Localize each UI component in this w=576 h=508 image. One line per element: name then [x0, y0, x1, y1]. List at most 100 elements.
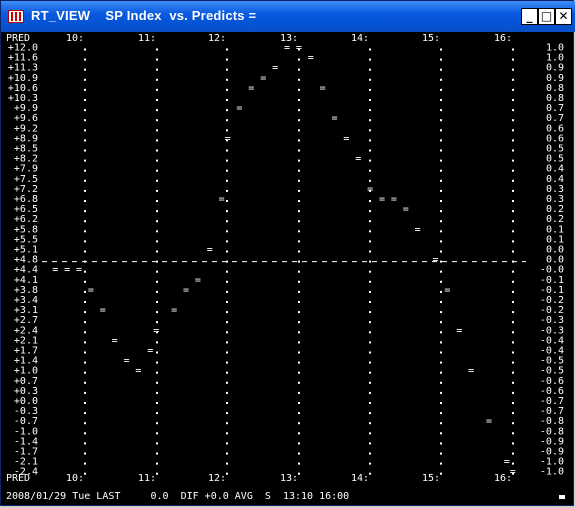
grid-dot	[512, 301, 514, 303]
grid-dot	[226, 220, 228, 223]
grid-dot	[298, 452, 300, 455]
grid-dot	[512, 402, 514, 404]
grid-dot	[84, 200, 86, 202]
grid-dot	[226, 200, 228, 202]
grid-dot	[440, 109, 442, 112]
grid-dot	[156, 412, 158, 415]
title-bar[interactable]: RT_VIEW SP Index vs. Predicts = _ □ ✕	[1, 1, 575, 32]
grid-dot	[512, 452, 514, 455]
grid-dot	[440, 240, 442, 243]
grid-dot	[226, 99, 228, 101]
grid-dot	[512, 68, 514, 71]
grid-dot	[226, 422, 228, 425]
grid-dot	[512, 381, 514, 384]
status-bar-text: 2008/01/29 Tue LAST 0.0 DIF +0.0 AVG S 1…	[6, 491, 349, 502]
grid-dot	[84, 321, 86, 324]
grid-dot	[156, 119, 158, 122]
grid-dot	[369, 159, 371, 162]
grid-dot	[440, 169, 442, 172]
close-button[interactable]: ✕	[555, 8, 572, 25]
prediction-point: =	[171, 305, 177, 316]
grid-dot	[298, 432, 300, 435]
prediction-point: =	[379, 194, 385, 205]
prediction-point: =	[195, 275, 201, 286]
prediction-point: =	[456, 325, 462, 336]
grid-dot	[369, 88, 371, 91]
grid-dot	[440, 422, 442, 425]
grid-dot	[512, 230, 514, 233]
prediction-point: =	[183, 285, 189, 296]
prediction-point: =	[415, 224, 421, 235]
grid-dot	[369, 68, 371, 71]
grid-dot	[298, 109, 300, 112]
grid-dot	[156, 99, 158, 101]
grid-dot	[156, 179, 158, 182]
grid-dot	[369, 250, 371, 253]
grid-dot	[440, 351, 442, 354]
grid-dot	[512, 139, 514, 142]
grid-dot	[512, 99, 514, 101]
grid-dot	[512, 462, 514, 465]
grid-dot	[226, 78, 228, 81]
grid-dot	[226, 250, 228, 253]
grid-dot	[298, 270, 300, 273]
grid-dot	[156, 351, 158, 354]
minimize-button[interactable]: _	[521, 8, 538, 25]
prediction-point: =	[468, 366, 474, 377]
grid-dot	[440, 371, 442, 374]
grid-dot	[226, 149, 228, 152]
grid-dot	[298, 179, 300, 182]
grid-dot	[369, 200, 371, 202]
grid-dot	[84, 179, 86, 182]
grid-dot	[440, 311, 442, 314]
grid-dot	[512, 169, 514, 172]
grid-dot	[84, 129, 86, 132]
grid-dot	[84, 341, 86, 344]
grid-dot	[156, 361, 158, 364]
grid-dot	[440, 341, 442, 344]
grid-dot	[440, 260, 442, 263]
grid-dot	[156, 139, 158, 142]
prediction-point: =	[147, 346, 153, 357]
grid-dot	[369, 169, 371, 172]
grid-dot	[440, 189, 442, 192]
chart-area: PRED PRED 10: 11: 12: 13: 14: 15: 16: 10: 11: 12: 13…	[4, 32, 571, 503]
grid-dot	[369, 99, 371, 101]
maximize-button[interactable]: □	[538, 8, 555, 25]
grid-dot	[512, 129, 514, 132]
grid-dot	[226, 48, 228, 51]
prediction-point: =	[153, 325, 159, 336]
grid-dot	[84, 99, 86, 101]
grid-dot	[512, 200, 514, 202]
grid-dot	[440, 210, 442, 213]
grid-dot	[84, 422, 86, 425]
prediction-point: =	[88, 285, 94, 296]
grid-dot	[369, 321, 371, 324]
grid-dot	[369, 402, 371, 404]
grid-dot	[440, 99, 442, 101]
grid-dot	[226, 371, 228, 374]
grid-dot	[369, 280, 371, 283]
grid-dot	[440, 301, 442, 303]
time-tick-bottom: 15:	[422, 473, 440, 484]
grid-dot	[369, 442, 371, 445]
grid-dot	[369, 391, 371, 394]
right-axis-label: -1.0	[540, 467, 564, 478]
grid-dot	[156, 250, 158, 253]
grid-dot	[298, 200, 300, 202]
app-chart-icon[interactable]	[8, 10, 24, 23]
grid-dot	[440, 149, 442, 152]
grid-dot	[512, 48, 514, 51]
prediction-point: =	[367, 184, 373, 195]
grid-dot	[226, 159, 228, 162]
grid-dot	[156, 381, 158, 384]
grid-dot	[512, 341, 514, 344]
resize-grip[interactable]	[559, 495, 565, 499]
rt-view-window: RT_VIEW SP Index vs. Predicts = _ □ ✕ PR…	[0, 0, 575, 506]
grid-dot	[226, 351, 228, 354]
grid-dot	[226, 109, 228, 112]
grid-dot	[298, 290, 300, 293]
grid-dot	[440, 250, 442, 253]
grid-dot	[226, 129, 228, 132]
grid-dot	[84, 88, 86, 91]
